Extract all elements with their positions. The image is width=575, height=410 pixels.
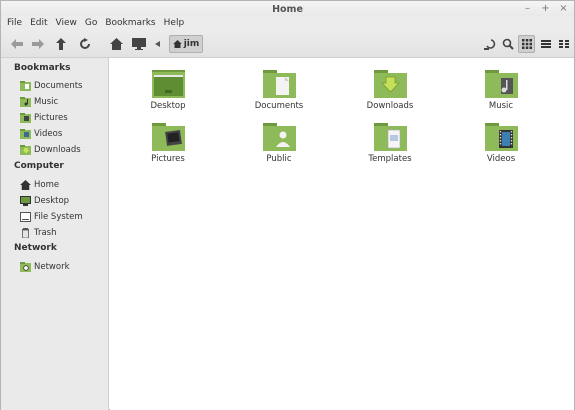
sidebar-item-file-system[interactable]: File System <box>20 210 83 224</box>
file-manager-window: Home – + × File Edit View Go Bookmarks H… <box>0 0 575 410</box>
compact-view-icon <box>558 40 569 48</box>
folder-label: Templates <box>368 154 412 164</box>
folder-label: Desktop <box>150 101 186 111</box>
folder-item-music[interactable]: Music <box>461 60 541 111</box>
monitor-icon <box>132 38 146 50</box>
sidebar-section-bookmarks: Bookmarks <box>14 63 71 73</box>
menu-bookmarks[interactable]: Bookmarks <box>105 16 155 31</box>
search-icon <box>502 38 514 50</box>
pictures-folder-icon <box>152 123 185 151</box>
search-button[interactable] <box>500 36 516 52</box>
sidebar-item-label: File System <box>34 212 83 222</box>
location-icon <box>484 39 496 50</box>
sidebar-item-label: Videos <box>34 129 63 139</box>
menu-help[interactable]: Help <box>164 16 185 31</box>
location-toggle-button[interactable] <box>482 36 498 52</box>
sidebar-item-label: Downloads <box>34 145 81 155</box>
sidebar-item-downloads[interactable]: Downloads <box>20 143 81 157</box>
network-folder-icon <box>20 262 31 272</box>
folder-item-desktop[interactable]: Desktop <box>128 60 208 111</box>
home-icon <box>20 180 31 190</box>
reload-button[interactable] <box>77 36 93 52</box>
sidebar-item-label: Documents <box>34 81 83 91</box>
folder-label: Videos <box>486 154 516 164</box>
sidebar-section-computer: Computer <box>14 161 64 171</box>
menu-file[interactable]: File <box>7 16 22 31</box>
back-arrow-icon <box>11 39 23 49</box>
desktop-folder-icon <box>152 70 185 98</box>
sidebar-item-music[interactable]: Music <box>20 95 58 109</box>
sidebar-item-label: Network <box>34 262 70 272</box>
sidebar-item-label: Music <box>34 97 59 107</box>
home-icon <box>109 38 123 50</box>
up-button[interactable] <box>53 36 69 52</box>
folder-label: Downloads <box>366 101 414 111</box>
drive-icon <box>20 212 31 222</box>
window-title: Home <box>272 4 303 15</box>
videos-folder-icon <box>485 123 518 151</box>
folder-item-templates[interactable]: Templates <box>350 113 430 164</box>
sidebar-item-label: Desktop <box>34 196 70 206</box>
documents-folder-icon <box>263 70 296 98</box>
minimize-button[interactable]: – <box>523 3 532 15</box>
grid-view-icon <box>521 39 532 49</box>
file-view: Desktop Documents Downloads Music Pictur… <box>110 58 574 410</box>
forward-button[interactable] <box>30 36 46 52</box>
folder-item-documents[interactable]: Documents <box>239 60 319 111</box>
chevron-left-icon <box>154 41 160 47</box>
folder-label: Pictures <box>151 154 185 164</box>
desktop-icon <box>20 196 31 206</box>
folder-item-videos[interactable]: Videos <box>461 113 541 164</box>
crumb-label: jim <box>183 39 200 49</box>
icon-view-button[interactable] <box>518 35 535 53</box>
documents-folder-icon <box>20 81 31 91</box>
menu-bar: File Edit View Go Bookmarks Help <box>1 16 574 31</box>
folder-item-downloads[interactable]: Downloads <box>350 60 430 111</box>
close-button[interactable]: × <box>559 3 568 15</box>
up-arrow-icon <box>56 38 66 50</box>
compact-view-button[interactable] <box>555 35 572 53</box>
downloads-folder-icon <box>20 145 31 155</box>
folder-label: Documents <box>254 101 304 111</box>
sidebar: Bookmarks Documents Music Pictures Video… <box>1 58 109 410</box>
forward-arrow-icon <box>32 39 44 49</box>
sidebar-item-label: Trash <box>34 228 57 238</box>
music-folder-icon <box>20 97 31 107</box>
menu-go[interactable]: Go <box>85 16 97 31</box>
sidebar-item-network[interactable]: Network <box>20 260 70 274</box>
menu-view[interactable]: View <box>56 16 77 31</box>
home-button[interactable] <box>108 36 124 52</box>
folder-label: Public <box>266 154 292 164</box>
sidebar-item-pictures[interactable]: Pictures <box>20 111 68 125</box>
sidebar-item-home[interactable]: Home <box>20 178 59 192</box>
sidebar-item-videos[interactable]: Videos <box>20 127 62 141</box>
path-crumb-home[interactable]: jim <box>169 35 203 53</box>
sidebar-item-desktop[interactable]: Desktop <box>20 194 69 208</box>
reload-icon <box>80 38 90 49</box>
computer-button[interactable] <box>131 36 147 52</box>
sidebar-item-label: Home <box>34 180 60 190</box>
folder-item-pictures[interactable]: Pictures <box>128 113 208 164</box>
back-button[interactable] <box>9 36 25 52</box>
folder-item-public[interactable]: Public <box>239 113 319 164</box>
list-view-button[interactable] <box>537 35 554 53</box>
downloads-folder-icon <box>374 70 407 98</box>
videos-folder-icon <box>20 129 31 139</box>
sidebar-item-documents[interactable]: Documents <box>20 79 82 93</box>
menu-edit[interactable]: Edit <box>30 16 47 31</box>
maximize-button[interactable]: + <box>541 3 550 15</box>
templates-folder-icon <box>374 123 407 151</box>
sidebar-item-trash[interactable]: Trash <box>20 226 56 240</box>
sidebar-section-network: Network <box>14 243 57 253</box>
public-folder-icon <box>263 123 296 151</box>
sidebar-item-label: Pictures <box>34 113 68 123</box>
list-view-icon <box>540 40 551 48</box>
toolbar: jim <box>1 31 574 58</box>
folder-label: Music <box>488 101 514 111</box>
trash-icon <box>22 228 29 238</box>
music-folder-icon <box>485 70 518 98</box>
home-icon <box>172 40 182 48</box>
pictures-folder-icon <box>20 113 31 123</box>
path-left-button[interactable] <box>152 36 162 52</box>
